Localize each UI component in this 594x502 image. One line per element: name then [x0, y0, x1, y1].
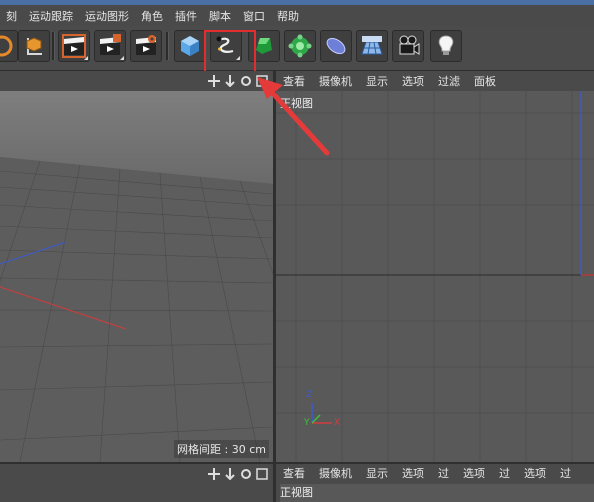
filter-menu[interactable]: 过	[553, 465, 578, 481]
render-view-button[interactable]	[94, 30, 126, 62]
perspective-viewport-header	[0, 71, 273, 91]
toolbar-separator	[52, 32, 55, 60]
light-bulb-icon	[438, 35, 454, 55]
rotate-view-icon[interactable]	[240, 75, 252, 87]
display-menu[interactable]: 显示	[359, 465, 395, 481]
deformer-button[interactable]	[320, 30, 352, 62]
options-menu[interactable]: 选项	[395, 465, 431, 481]
floor-object-button[interactable]	[356, 30, 388, 62]
grid-spacing-label: 网格间距 : 30 cm	[174, 440, 269, 458]
camera-icon	[399, 35, 420, 55]
coordinate-system-icon	[26, 37, 42, 55]
menu-bar: 刻 运动跟踪 运动图形 角色 插件 脚本 窗口 帮助	[0, 5, 594, 26]
camera-object-button[interactable]	[392, 30, 424, 62]
filter-menu[interactable]: 过滤	[431, 73, 467, 89]
menu-item-character[interactable]: 角色	[135, 8, 169, 24]
options-menu[interactable]: 选项	[395, 73, 431, 89]
camera-menu[interactable]: 摄像机	[312, 465, 359, 481]
scale-tool-button[interactable]	[0, 30, 18, 62]
render-region-button[interactable]	[58, 30, 90, 62]
filter-menu[interactable]: 过	[431, 465, 456, 481]
menu-item-motion-tracking[interactable]: 运动跟踪	[23, 8, 79, 24]
array-object-button[interactable]	[284, 30, 316, 62]
render-settings-icon	[136, 35, 156, 55]
render-to-picture-viewer-icon	[100, 34, 121, 55]
view-menu[interactable]: 查看	[276, 465, 312, 481]
bottom-left-viewport-header	[0, 464, 273, 502]
rotate-view-icon[interactable]	[240, 468, 252, 480]
toolbar-separator	[166, 32, 169, 60]
perspective-scene	[0, 91, 273, 462]
maximize-view-icon[interactable]	[256, 468, 268, 480]
axis-label-z: Z	[306, 390, 313, 400]
menu-item-plugins[interactable]: 插件	[169, 8, 203, 24]
axis-label-y: Y	[304, 418, 310, 428]
highlight-box	[204, 30, 256, 75]
perspective-viewport[interactable]: 网格间距 : 30 cm	[0, 71, 273, 462]
options-menu[interactable]: 选项	[456, 465, 492, 481]
cube-object-button[interactable]	[174, 30, 206, 62]
zoom-view-icon[interactable]	[224, 468, 236, 480]
main-toolbar	[0, 26, 594, 71]
bottom-view-label: 正视图	[280, 484, 594, 502]
coordinate-system-button[interactable]	[18, 30, 50, 62]
move-view-icon[interactable]	[208, 75, 220, 87]
clapperboard-icon	[62, 34, 86, 58]
panel-menu[interactable]: 面板	[467, 73, 503, 89]
annotation-arrow	[257, 77, 330, 156]
light-object-button[interactable]	[430, 30, 462, 62]
cube-icon	[181, 36, 199, 56]
menu-item-help[interactable]: 帮助	[271, 8, 305, 24]
floor-icon	[361, 36, 383, 55]
submenu-indicator-icon	[120, 56, 124, 60]
options-menu[interactable]: 选项	[517, 465, 553, 481]
menu-item-script[interactable]: 脚本	[203, 8, 237, 24]
filter-menu[interactable]: 过	[492, 465, 517, 481]
viewport-nav-icons	[208, 468, 268, 480]
render-settings-button[interactable]	[130, 30, 162, 62]
menu-item-mograph[interactable]: 运动图形	[79, 8, 135, 24]
move-view-icon[interactable]	[208, 468, 220, 480]
bottom-right-viewport-menu: 查看 摄像机 显示 选项 过 选项 过 选项 过	[276, 464, 578, 482]
deformer-icon	[326, 37, 346, 55]
scale-icon	[0, 35, 13, 57]
zoom-view-icon[interactable]	[224, 75, 236, 87]
menu-item-window[interactable]: 窗口	[237, 8, 271, 24]
bottom-right-viewport[interactable]: 查看 摄像机 显示 选项 过 选项 过 选项 过 正视图	[276, 464, 594, 502]
menu-item-animation[interactable]: 刻	[0, 8, 23, 24]
axis-label-x: X	[334, 418, 341, 428]
array-icon	[288, 34, 312, 58]
submenu-indicator-icon	[84, 56, 88, 60]
display-menu[interactable]: 显示	[359, 73, 395, 89]
